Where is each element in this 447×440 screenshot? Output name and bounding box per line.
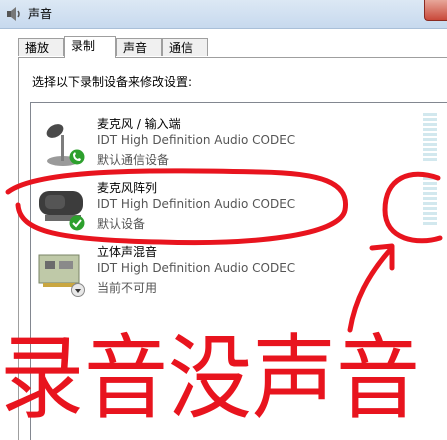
device-list[interactable]: 麦克风 / 输入端 IDT High Definition Audio CODE… — [30, 102, 447, 440]
window-title: 声音 — [28, 7, 53, 21]
close-button[interactable] — [424, 0, 447, 21]
instruction-text: 选择以下录制设备来修改设置: — [32, 75, 193, 89]
level-meter — [423, 113, 437, 163]
device-status: 默认设备 — [97, 217, 146, 231]
tab-playback[interactable]: 播放 — [18, 38, 64, 56]
down-arrow-badge-icon — [71, 283, 85, 297]
device-status: 当前不可用 — [97, 281, 158, 295]
tab-communications[interactable]: 通信 — [162, 38, 208, 56]
device-name: 立体声混音 — [97, 245, 158, 259]
list-item-device[interactable]: 麦克风 / 输入端 IDT High Definition Audio CODE… — [31, 111, 447, 173]
tab-recording[interactable]: 录制 — [64, 36, 116, 58]
device-description: IDT High Definition Audio CODEC — [97, 261, 296, 275]
device-status: 默认通信设备 — [97, 153, 170, 167]
window-titlebar: 声音 — [0, 0, 447, 29]
device-description: IDT High Definition Audio CODEC — [97, 133, 296, 147]
tab-sounds[interactable]: 声音 — [116, 38, 162, 56]
speaker-icon — [7, 7, 20, 21]
list-item-device[interactable]: 麦克风阵列 IDT High Definition Audio CODEC 默认… — [31, 175, 447, 237]
check-badge-icon — [69, 215, 85, 231]
device-description: IDT High Definition Audio CODEC — [97, 197, 296, 211]
device-name: 麦克风 / 输入端 — [97, 117, 181, 131]
list-item-device[interactable]: 立体声混音 IDT High Definition Audio CODEC 当前… — [31, 239, 447, 301]
phone-badge-icon — [69, 149, 85, 165]
device-name: 麦克风阵列 — [97, 181, 158, 195]
level-meter — [423, 177, 437, 227]
